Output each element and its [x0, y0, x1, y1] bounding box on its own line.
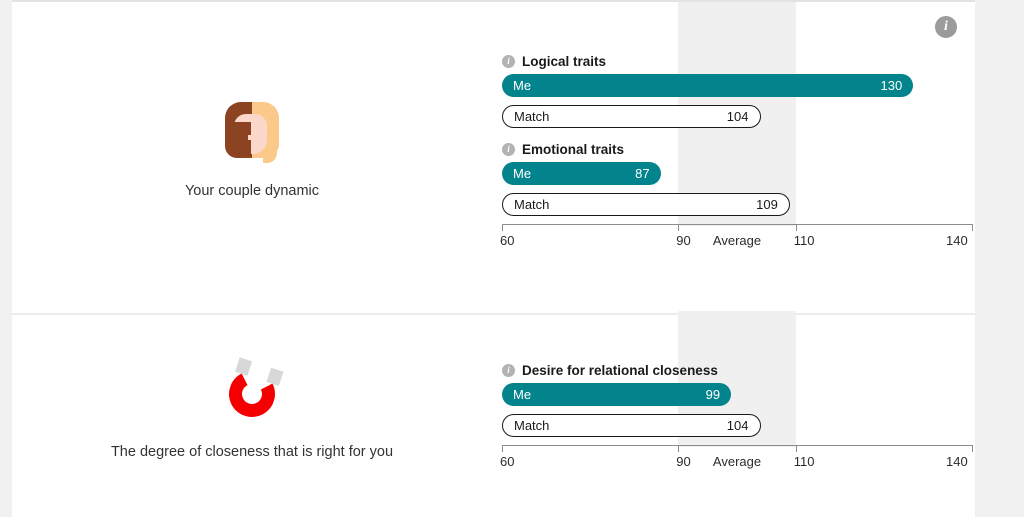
trait-block-emotional: i Emotional traits Me 87 Match 109: [492, 142, 982, 218]
trait-block-logical: i Logical traits Me 130 Match 104: [492, 54, 982, 130]
average-label: Average: [712, 233, 762, 248]
bar-row: Match 109: [492, 193, 982, 218]
axis-tick-label: 60: [500, 454, 515, 469]
axis-tick: [795, 445, 797, 452]
axis-line: [502, 224, 972, 225]
axis-tick-label: 90: [676, 233, 691, 248]
bar-label: Match: [514, 197, 550, 212]
axis-tick: [502, 224, 503, 231]
bar-label: Me: [513, 166, 532, 181]
bar-label: Match: [514, 109, 550, 124]
chart-relational-closeness: i Desire for relational closeness Me 99 …: [492, 311, 982, 479]
section-illustration-relational-closeness: The degree of closeness that is right fo…: [12, 357, 492, 461]
trait-rows: i Desire for relational closeness Me 99 …: [492, 363, 982, 439]
axis-tick-label: 110: [793, 233, 815, 248]
bar-match[interactable]: Match 109: [502, 193, 790, 216]
bar-row: Me 87: [492, 162, 982, 187]
bar-match[interactable]: Match 104: [502, 105, 761, 128]
bar-me[interactable]: Me 130: [502, 74, 914, 97]
info-icon[interactable]: i: [502, 143, 515, 156]
trait-rows: i Logical traits Me 130 Match 104 i Emot…: [492, 54, 982, 218]
bar-value: 87: [635, 166, 650, 181]
axis-tick-label: 60: [500, 233, 515, 248]
axis-tick: [795, 224, 797, 231]
bar-row: Me 99: [492, 383, 982, 408]
axis-tick: [678, 445, 680, 452]
axis-tick-label: 110: [793, 454, 815, 469]
axis-tick: [972, 224, 973, 231]
trait-title-row: i Emotional traits: [502, 142, 982, 157]
bar-row: Match 104: [492, 105, 982, 130]
chart-couple-dynamic: i Logical traits Me 130 Match 104 i Emot…: [492, 2, 982, 258]
bar-me[interactable]: Me 99: [502, 383, 732, 406]
x-axis: 60 90 110 140 Average: [492, 445, 982, 479]
axis-tick-label: 140: [946, 454, 968, 469]
bar-me[interactable]: Me 87: [502, 162, 661, 185]
trait-title: Desire for relational closeness: [522, 363, 718, 378]
bar-row: Me 130: [492, 74, 982, 99]
section-card-couple-dynamic: i Your couple dynamic i Logical traits M…: [12, 0, 975, 313]
section-caption: Your couple dynamic: [184, 183, 320, 199]
axis-tick: [502, 445, 503, 452]
trait-title: Logical traits: [522, 54, 607, 69]
bar-value: 130: [880, 78, 903, 93]
report-page: i Your couple dynamic i Logical traits M…: [0, 0, 1024, 517]
bar-match[interactable]: Match 104: [502, 414, 761, 437]
average-label: Average: [712, 454, 762, 469]
axis-line: [502, 445, 972, 446]
bar-row: Match 104: [492, 414, 982, 439]
info-icon[interactable]: i: [502, 364, 515, 377]
bar-label: Match: [514, 418, 550, 433]
plot-area: i Logical traits Me 130 Match 104 i Emot…: [492, 2, 982, 226]
trait-block-closeness: i Desire for relational closeness Me 99 …: [492, 363, 982, 439]
couple-faces-icon: [12, 102, 492, 172]
trait-title: Emotional traits: [522, 142, 625, 157]
bar-label: Me: [513, 78, 532, 93]
bar-value: 104: [726, 109, 749, 124]
bar-value: 104: [726, 418, 749, 433]
bar-value: 99: [705, 387, 721, 402]
section-caption: The degree of closeness that is right fo…: [110, 444, 394, 460]
section-illustration-couple-dynamic: Your couple dynamic: [12, 102, 492, 200]
x-axis: 60 90 110 140 Average: [492, 224, 982, 258]
axis-tick: [678, 224, 680, 231]
section-card-relational-closeness: The degree of closeness that is right fo…: [12, 311, 975, 517]
bar-value: 109: [756, 197, 778, 212]
trait-title-row: i Desire for relational closeness: [502, 363, 982, 378]
info-icon[interactable]: i: [502, 55, 515, 68]
bar-label: Me: [513, 387, 532, 402]
axis-tick: [972, 445, 973, 452]
info-icon[interactable]: i: [935, 16, 957, 38]
axis-tick-label: 140: [946, 233, 968, 248]
trait-title-row: i Logical traits: [502, 54, 982, 69]
axis-tick-label: 90: [676, 454, 691, 469]
magnet-icon: [12, 357, 492, 433]
plot-area: i Desire for relational closeness Me 99 …: [492, 311, 982, 447]
